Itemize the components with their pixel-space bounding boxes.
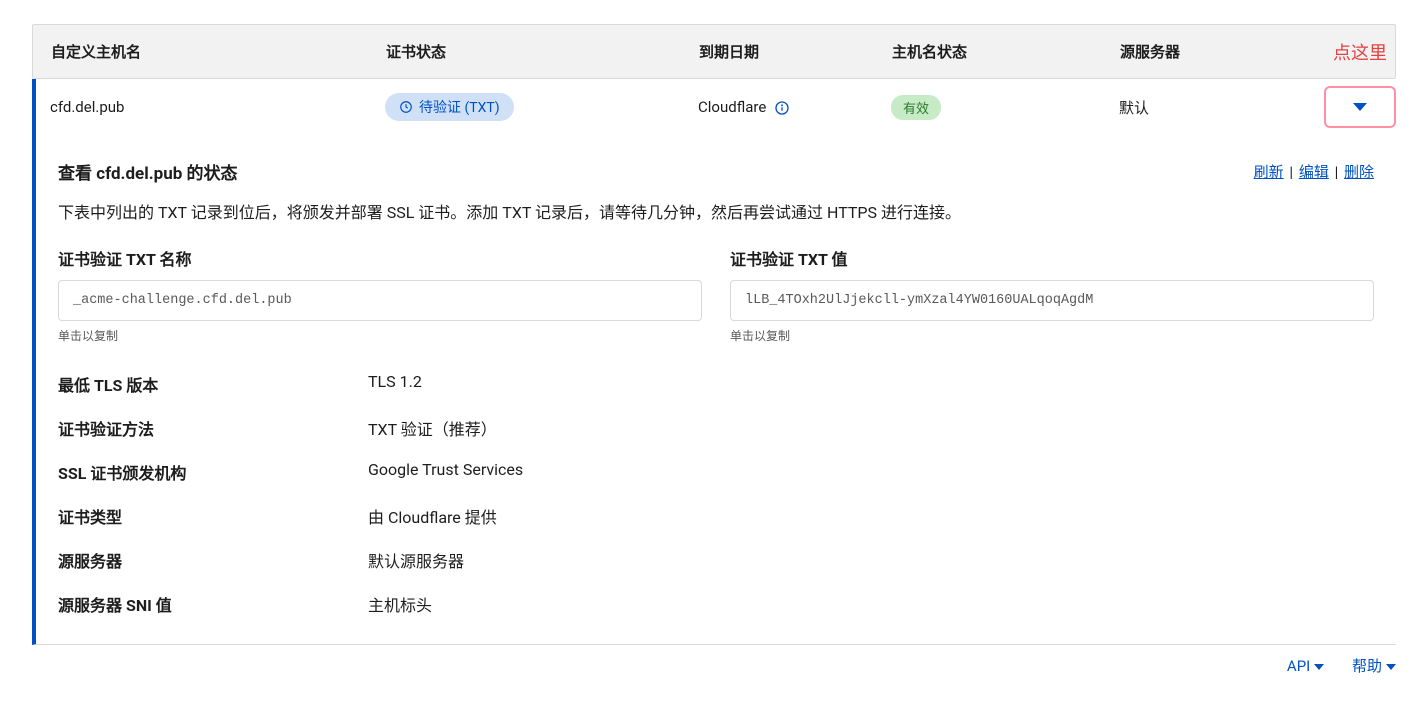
detail-description: 下表中列出的 TXT 记录到位后，将颁发并部署 SSL 证书。添加 TXT 记录…	[58, 200, 1374, 226]
active-badge: 有效	[891, 95, 941, 120]
click-here-hint: 点这里	[1333, 39, 1387, 65]
row-expiry: Cloudflare	[698, 98, 891, 116]
txt-name-column: 证书验证 TXT 名称 _acme-challenge.cfd.del.pub …	[58, 246, 702, 344]
separator: |	[1289, 163, 1293, 181]
edit-link[interactable]: 编辑	[1299, 163, 1329, 181]
header-cert-status: 证书状态	[386, 41, 699, 62]
txt-name-copy-hint: 单击以复制	[58, 327, 702, 344]
header-origin: 源服务器	[1120, 41, 1260, 62]
row-host-status: 有效	[891, 95, 1119, 120]
header-host-status: 主机名状态	[892, 41, 1120, 62]
help-link-text: 帮助	[1352, 657, 1382, 675]
ssl-ca-label: SSL 证书颁发机构	[58, 460, 368, 484]
detail-actions: 刷新 | 编辑 | 删除	[1254, 161, 1374, 182]
pending-badge-text: 待验证 (TXT)	[419, 97, 500, 117]
txt-grid: 证书验证 TXT 名称 _acme-challenge.cfd.del.pub …	[58, 246, 1374, 344]
clock-icon	[399, 100, 413, 114]
min-tls-value: TLS 1.2	[368, 372, 1374, 396]
header-hostname: 自定义主机名	[51, 41, 386, 62]
api-link[interactable]: API	[1287, 657, 1324, 675]
chevron-down-icon	[1353, 103, 1367, 111]
header-expiry: 到期日期	[699, 41, 892, 62]
cert-type-value: 由 Cloudflare 提供	[368, 504, 1374, 528]
refresh-link[interactable]: 刷新	[1254, 163, 1284, 181]
txt-value-copy-hint: 单击以复制	[730, 327, 1374, 344]
origin-value: 默认源服务器	[368, 548, 1374, 572]
ssl-ca-value: Google Trust Services	[368, 460, 1374, 484]
origin-sni-label: 源服务器 SNI 值	[58, 592, 368, 616]
origin-sni-value: 主机标头	[368, 592, 1374, 616]
properties-grid: 最低 TLS 版本 TLS 1.2 证书验证方法 TXT 验证（推荐） SSL …	[58, 372, 1374, 616]
table-header: 自定义主机名 证书状态 到期日期 主机名状态 源服务器 点这里	[32, 24, 1396, 79]
detail-panel: 查看 cfd.del.pub 的状态 刷新 | 编辑 | 删除 下表中列出的 T…	[36, 135, 1396, 644]
txt-name-label: 证书验证 TXT 名称	[58, 246, 702, 270]
origin-label: 源服务器	[58, 548, 368, 572]
table-row: cfd.del.pub 待验证 (TXT) Cloudflare	[36, 79, 1396, 135]
txt-value-box[interactable]: lLB_4TOxh2UlJjekcll-ymXzal4YW0160UALqoqA…	[730, 280, 1374, 321]
row-cert-status: 待验证 (TXT)	[385, 93, 698, 121]
row-origin: 默认	[1119, 97, 1259, 118]
detail-title: 查看 cfd.del.pub 的状态	[58, 159, 238, 184]
txt-value-column: 证书验证 TXT 值 lLB_4TOxh2UlJjekcll-ymXzal4YW…	[730, 246, 1374, 344]
delete-link[interactable]: 删除	[1344, 163, 1374, 181]
detail-header: 查看 cfd.del.pub 的状态 刷新 | 编辑 | 删除	[58, 159, 1374, 184]
separator: |	[1335, 163, 1339, 181]
cert-method-value: TXT 验证（推荐）	[368, 416, 1374, 440]
api-link-text: API	[1287, 657, 1310, 675]
txt-value-label: 证书验证 TXT 值	[730, 246, 1374, 270]
chevron-down-icon	[1314, 664, 1324, 670]
txt-name-box[interactable]: _acme-challenge.cfd.del.pub	[58, 280, 702, 321]
info-icon[interactable]	[774, 100, 790, 116]
chevron-down-icon	[1386, 664, 1396, 670]
min-tls-label: 最低 TLS 版本	[58, 372, 368, 396]
cert-type-label: 证书类型	[58, 504, 368, 528]
row-hostname: cfd.del.pub	[50, 98, 385, 116]
footer-links: API 帮助	[32, 645, 1396, 686]
expand-button[interactable]	[1324, 86, 1396, 128]
expiry-text: Cloudflare	[698, 98, 766, 116]
pending-badge: 待验证 (TXT)	[385, 93, 514, 121]
cert-method-label: 证书验证方法	[58, 416, 368, 440]
help-link[interactable]: 帮助	[1352, 657, 1396, 675]
hostname-row-expanded: cfd.del.pub 待验证 (TXT) Cloudflare	[32, 79, 1396, 645]
